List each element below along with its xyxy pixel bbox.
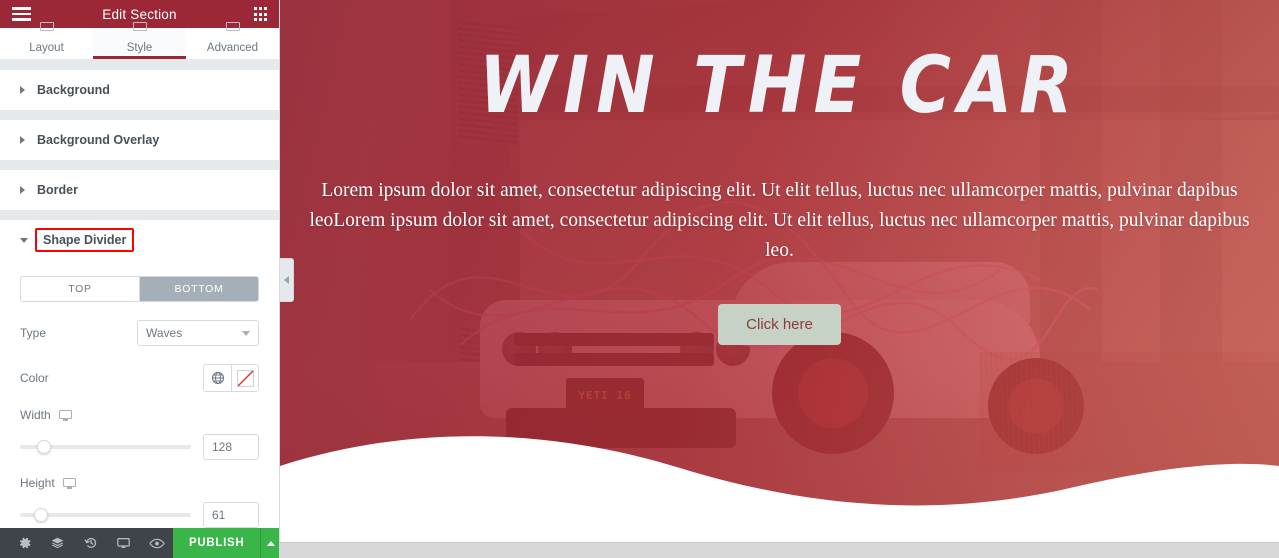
preview-changes-icon[interactable]	[140, 528, 173, 558]
divider-type-value: Waves	[146, 326, 183, 340]
tab-layout-label: Layout	[29, 42, 64, 54]
section-background-overlay[interactable]: Background Overlay	[0, 120, 279, 160]
divider-color-swatches	[203, 364, 259, 392]
chevron-down-icon	[242, 330, 250, 336]
panel-title: Edit Section	[102, 6, 177, 22]
section-border-label: Border	[37, 183, 78, 197]
section-background[interactable]: Background	[0, 70, 279, 110]
section-background-label: Background	[37, 83, 110, 97]
divider-color-label: Color	[20, 371, 49, 385]
section-shape-divider-label: Shape Divider	[35, 228, 135, 252]
hero-paragraph: Lorem ipsum dolor sit amet, consectetur …	[309, 180, 1250, 261]
divider-position-top[interactable]: TOP	[21, 277, 139, 301]
divider-height-label-row: Height	[20, 476, 259, 490]
navigator-layers-icon[interactable]	[41, 528, 74, 558]
globe-icon[interactable]	[204, 365, 231, 391]
history-revisions-icon[interactable]	[74, 528, 107, 558]
layout-icon	[39, 22, 54, 31]
divider-height-label: Height	[20, 476, 55, 490]
divider-width-slider-row: 128	[20, 434, 259, 460]
desktop-icon[interactable]	[58, 409, 72, 421]
panel-collapse-handle[interactable]	[280, 258, 294, 302]
settings-gear-icon[interactable]	[8, 528, 41, 558]
divider-color-row: Color	[20, 364, 259, 392]
hero-section[interactable]: YETI 16 WIN THE CAR Lorem ipsum dolor si…	[280, 0, 1279, 512]
chevron-down-icon	[20, 237, 28, 243]
chevron-left-icon	[284, 276, 289, 284]
divider-width-input[interactable]: 128	[203, 434, 259, 460]
section-separator	[0, 110, 279, 120]
desktop-icon[interactable]	[62, 477, 76, 489]
editor-panel: Edit Section Layout Style Advanced Backg…	[0, 0, 280, 558]
chevron-right-icon	[20, 86, 25, 94]
tab-layout[interactable]: Layout	[0, 22, 93, 59]
section-background-overlay-label: Background Overlay	[37, 133, 160, 147]
chevron-up-icon[interactable]	[260, 528, 279, 558]
divider-position-bottom[interactable]: BOTTOM	[139, 277, 258, 301]
elementor-editor: Edit Section Layout Style Advanced Backg…	[0, 0, 1279, 558]
slider-handle[interactable]	[33, 508, 48, 522]
no-color-swatch-icon[interactable]	[231, 365, 258, 391]
divider-height-slider[interactable]	[20, 508, 191, 522]
page-bottom-strip	[280, 542, 1279, 558]
divider-position-toggle: TOP BOTTOM	[20, 276, 259, 302]
tab-style-label: Style	[126, 42, 153, 54]
shape-divider-waves	[280, 436, 1279, 512]
divider-height-input[interactable]: 61	[203, 502, 259, 528]
preview-canvas: YETI 16 WIN THE CAR Lorem ipsum dolor si…	[280, 0, 1279, 558]
divider-height-slider-row: 61	[20, 502, 259, 528]
section-border[interactable]: Border	[0, 170, 279, 210]
section-shape-divider[interactable]: Shape Divider	[0, 220, 279, 260]
tab-advanced-label: Advanced	[206, 42, 259, 54]
hamburger-icon[interactable]	[12, 7, 31, 21]
chevron-right-icon	[20, 136, 25, 144]
tab-advanced[interactable]: Advanced	[186, 22, 279, 59]
section-separator	[0, 60, 279, 70]
slider-handle[interactable]	[36, 440, 51, 454]
panel-tabs: Layout Style Advanced	[0, 22, 279, 60]
next-section-area	[280, 512, 1279, 542]
style-icon	[132, 22, 147, 31]
divider-width-slider[interactable]	[20, 440, 191, 454]
chevron-right-icon	[20, 186, 25, 194]
hero-heading: WIN THE CAR	[478, 39, 1081, 131]
divider-width-label-row: Width	[20, 408, 259, 422]
shape-divider-controls: TOP BOTTOM Type Waves Color Width 128 He…	[0, 276, 279, 528]
widgets-grid-icon[interactable]	[253, 7, 267, 21]
divider-type-label: Type	[20, 326, 47, 340]
section-separator	[0, 210, 279, 220]
footer-icon-group	[0, 528, 173, 558]
section-separator	[0, 160, 279, 170]
responsive-mode-icon[interactable]	[107, 528, 140, 558]
click-here-button[interactable]: Click here	[718, 304, 841, 345]
tab-style[interactable]: Style	[93, 22, 186, 59]
panel-footer: PUBLISH	[0, 528, 279, 558]
advanced-icon	[225, 22, 240, 31]
publish-button[interactable]: PUBLISH	[173, 528, 261, 558]
divider-type-row: Type Waves	[20, 320, 259, 346]
divider-width-label: Width	[20, 408, 51, 422]
divider-type-select[interactable]: Waves	[137, 320, 259, 346]
